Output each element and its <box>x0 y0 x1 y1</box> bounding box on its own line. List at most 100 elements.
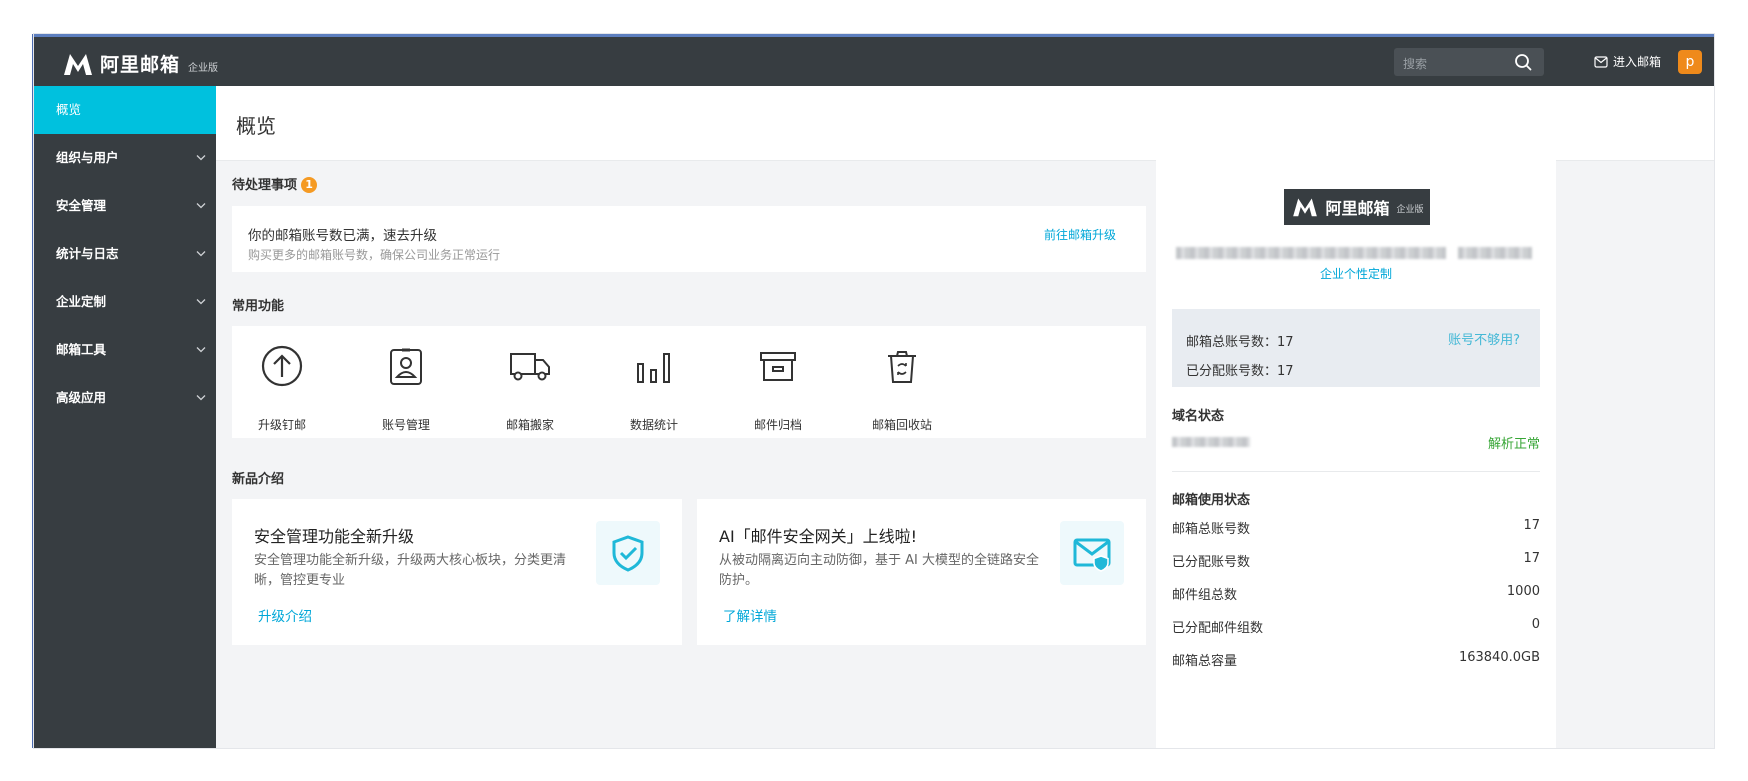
app-logo[interactable]: 阿里邮箱 企业版 <box>62 50 218 77</box>
top-bar: 阿里邮箱 企业版 搜索 进入邮箱 p <box>34 34 1714 86</box>
upgrade-mailbox-link[interactable]: 前往邮箱升级 <box>1044 226 1116 243</box>
pending-sub-text: 购买更多的邮箱账号数，确保公司业务正常运行 <box>248 248 501 262</box>
sidebar-item-mail-tools[interactable]: 邮箱工具 <box>34 326 216 374</box>
sidebar-item-label: 组织与用户 <box>56 150 119 165</box>
sidebar: 概览 组织与用户 安全管理 统计与日志 企业定制 邮箱工具 高级应用 <box>34 86 216 748</box>
func-upgrade[interactable]: 升级钉邮 <box>232 344 332 433</box>
sidebar-item-label: 安全管理 <box>56 198 107 213</box>
usage-value: 1000 <box>1506 584 1540 599</box>
upgrade-intro-link[interactable]: 升级介绍 <box>258 605 312 625</box>
news-card-security: 安全管理功能全新升级 安全管理功能全新升级，升级两大核心板块，分类更清晰，管控更… <box>232 499 682 645</box>
func-label: 账号管理 <box>381 418 430 432</box>
usage-row: 邮件组总数 1000 <box>1172 584 1540 603</box>
company-customize-link[interactable]: 企业个性定制 <box>1156 265 1556 282</box>
upgrade-arrow-icon <box>261 345 303 387</box>
account-total-row: 邮箱总账号数：17 <box>1186 331 1294 350</box>
usage-value: 0 <box>1531 617 1540 632</box>
usage-label: 已分配账号数 <box>1172 555 1251 570</box>
brand-m-icon <box>64 53 92 75</box>
pending-title: 待处理事项 <box>232 178 298 193</box>
news-icon-box <box>1060 521 1124 585</box>
sidebar-item-stats-logs[interactable]: 统计与日志 <box>34 230 216 278</box>
account-assigned-label: 已分配账号数： <box>1186 364 1278 379</box>
usage-value: 17 <box>1523 551 1540 566</box>
func-recycle-bin[interactable]: 邮箱回收站 <box>852 344 952 433</box>
chevron-down-icon <box>196 155 206 161</box>
func-account-manage[interactable]: 账号管理 <box>356 344 456 433</box>
func-data-stats[interactable]: 数据统计 <box>604 344 704 433</box>
sidebar-item-overview[interactable]: 概览 <box>34 86 216 134</box>
redacted-company-name <box>1458 247 1532 259</box>
usage-label: 邮件组总数 <box>1172 588 1238 603</box>
account-total-label: 邮箱总账号数： <box>1186 335 1278 350</box>
brand-edition: 企业版 <box>1396 205 1424 215</box>
func-label: 邮件归档 <box>753 418 802 432</box>
common-section-title: 常用功能 <box>232 299 285 314</box>
search-icon[interactable] <box>1514 53 1532 71</box>
usage-row: 已分配邮件组数 0 <box>1172 617 1540 636</box>
chevron-down-icon <box>196 347 206 353</box>
company-logo: 阿里邮箱 企业版 <box>1284 189 1430 225</box>
search-input[interactable]: 搜索 <box>1394 48 1544 76</box>
func-label: 邮箱搬家 <box>505 418 554 432</box>
account-assigned-row: 已分配账号数：17 <box>1186 360 1294 379</box>
pending-main-text: 你的邮箱账号数已满，速去升级 <box>248 228 437 244</box>
chevron-down-icon <box>196 299 206 305</box>
sidebar-item-label: 邮箱工具 <box>56 342 107 357</box>
news-desc: 从被动隔离迈向主动防御，基于 AI 大模型的全链路安全防护。 <box>719 553 1039 588</box>
sidebar-item-org-users[interactable]: 组织与用户 <box>34 134 216 182</box>
sidebar-item-security[interactable]: 安全管理 <box>34 182 216 230</box>
account-total-value: 17 <box>1277 335 1294 350</box>
usage-status-title: 邮箱使用状态 <box>1172 493 1251 508</box>
pending-panel: 你的邮箱账号数已满，速去升级 购买更多的邮箱账号数，确保公司业务正常运行 前往邮… <box>232 206 1146 272</box>
brand-name: 阿里邮箱 <box>100 54 181 76</box>
recycle-bin-icon <box>888 351 916 383</box>
news-title: AI「邮件安全网关」上线啦! <box>719 527 918 546</box>
redacted-company-name <box>1176 247 1446 259</box>
accounts-insufficient-link[interactable]: 账号不够用? <box>1448 329 1520 348</box>
sidebar-item-advanced[interactable]: 高级应用 <box>34 374 216 422</box>
usage-row: 邮箱总容量 163840.0GB <box>1172 650 1540 669</box>
user-avatar[interactable]: p <box>1678 50 1702 74</box>
truck-icon <box>510 353 550 381</box>
func-label: 邮箱回收站 <box>871 418 932 432</box>
usage-label: 已分配邮件组数 <box>1172 621 1264 636</box>
chevron-down-icon <box>196 251 206 257</box>
page-title: 概览 <box>236 114 276 138</box>
app-window: 阿里邮箱 企业版 搜索 进入邮箱 p 概览 组织与用户 安全管理 统计与日志 企… <box>34 34 1714 748</box>
common-functions-panel: 升级钉邮 账号管理 邮箱搬家 数据统计 邮件归档 邮箱回收站 <box>232 326 1146 438</box>
func-label: 数据统计 <box>629 418 678 432</box>
chevron-down-icon <box>196 395 206 401</box>
func-mail-migration[interactable]: 邮箱搬家 <box>480 344 580 433</box>
sidebar-item-label: 高级应用 <box>56 390 107 405</box>
shield-check-icon <box>612 535 644 572</box>
usage-value: 17 <box>1523 518 1540 533</box>
func-label: 升级钉邮 <box>257 418 306 432</box>
pending-count-badge: 1 <box>301 177 318 193</box>
usage-label: 邮箱总容量 <box>1172 654 1238 669</box>
sidebar-item-customization[interactable]: 企业定制 <box>34 278 216 326</box>
news-desc: 安全管理功能全新升级，升级两大核心板块，分类更清晰，管控更专业 <box>254 553 567 588</box>
brand-name: 阿里邮箱 <box>1325 199 1390 218</box>
news-card-ai-gateway: AI「邮件安全网关」上线啦! 从被动隔离迈向主动防御，基于 AI 大模型的全链路… <box>697 499 1146 645</box>
divider <box>1172 471 1540 472</box>
func-mail-archive[interactable]: 邮件归档 <box>728 344 828 433</box>
usage-value: 163840.0GB <box>1458 650 1540 665</box>
usage-row: 邮箱总账号数 17 <box>1172 518 1540 537</box>
learn-more-link[interactable]: 了解详情 <box>723 605 777 625</box>
enter-mailbox-label: 进入邮箱 <box>1613 55 1662 69</box>
redacted-domain <box>1172 437 1250 447</box>
archive-box-icon <box>760 352 796 381</box>
news-section-title: 新品介绍 <box>232 472 285 487</box>
enter-mailbox-link[interactable]: 进入邮箱 <box>1594 53 1661 70</box>
usage-row: 已分配账号数 17 <box>1172 551 1540 570</box>
domain-status-value: 解析正常 <box>1487 437 1540 452</box>
domain-status-title: 域名状态 <box>1172 409 1225 424</box>
sidebar-item-label: 统计与日志 <box>56 246 119 261</box>
brand-m-icon <box>1293 198 1318 217</box>
sidebar-item-label: 概览 <box>56 102 82 117</box>
usage-label: 邮箱总账号数 <box>1172 522 1251 537</box>
account-summary-box: 邮箱总账号数：17 已分配账号数：17 账号不够用? <box>1172 309 1540 387</box>
news-title: 安全管理功能全新升级 <box>254 527 415 546</box>
mail-shield-icon <box>1073 538 1111 572</box>
